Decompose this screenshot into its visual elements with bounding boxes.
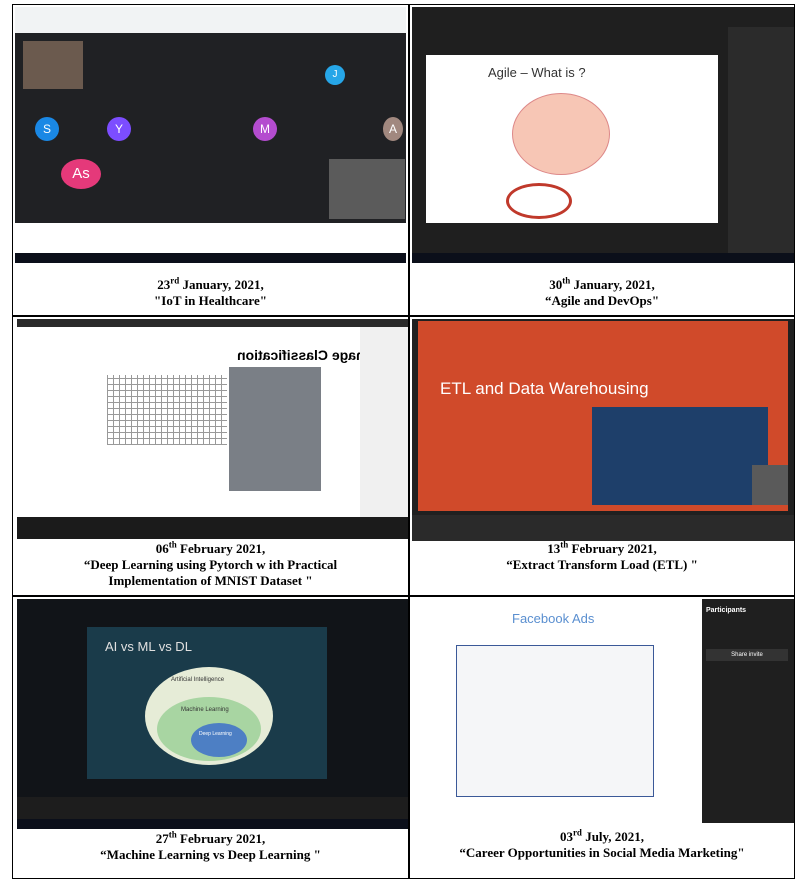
- slide-title: Agile – What is ?: [488, 65, 586, 80]
- devops-loop: [506, 183, 572, 219]
- ml-label: Machine Learning: [181, 707, 229, 713]
- dl-ellipse: [191, 723, 247, 757]
- agile-diagram: [512, 93, 610, 175]
- windows-taskbar: [412, 253, 794, 263]
- screenshot-mirrored-slide: Image Classification: [17, 319, 408, 539]
- slide-fb: Facebook Ads: [416, 603, 700, 813]
- top-bar: [17, 319, 408, 327]
- avatar: J: [325, 65, 345, 85]
- avatar: As: [61, 159, 101, 189]
- participant-video: [752, 465, 788, 505]
- participants-heading: Participants: [706, 607, 747, 614]
- participants-panel: Participants Share invite: [702, 599, 794, 823]
- avatar: S: [35, 117, 59, 141]
- screenshot-google-meet: S Y M A J As: [15, 7, 406, 263]
- participants-panel: [728, 27, 794, 253]
- share-invite-button[interactable]: Share invite: [706, 649, 788, 661]
- etl-illustration: [592, 407, 768, 505]
- participant-strip: [412, 515, 794, 541]
- caption-3: 06th February 2021, “Deep Learning using…: [83, 539, 338, 588]
- cell-etl: ETL and Data Warehousing 13th February 2…: [409, 316, 795, 596]
- fb-ad-mockup: [456, 645, 654, 797]
- windows-taskbar: [17, 819, 408, 829]
- slide-title: Facebook Ads: [512, 611, 595, 626]
- screenshot-etl: ETL and Data Warehousing: [412, 319, 794, 541]
- slide-etl: ETL and Data Warehousing: [418, 321, 788, 511]
- participant-strip: [17, 797, 408, 819]
- cell-ml-vs-dl: AI vs ML vs DL Artificial Intelligence M…: [12, 596, 409, 879]
- side-panel: [360, 327, 408, 517]
- meet-controls: [15, 223, 406, 253]
- caption-5: 27th February 2021, “Machine Learning vs…: [100, 829, 321, 862]
- cell-social-media: Facebook Ads Participants Share invite 0…: [409, 596, 795, 879]
- windows-taskbar: [15, 253, 406, 263]
- avatar: M: [253, 117, 277, 141]
- slide-title: AI vs ML vs DL: [105, 639, 192, 654]
- dl-label: Deep Learning: [199, 731, 232, 737]
- cell-deep-learning: Image Classification 06th February 2021,…: [12, 316, 409, 596]
- dock-bar: [17, 517, 408, 539]
- screenshot-teams-agile: Agile – What is ?: [412, 7, 794, 263]
- avatar: Y: [107, 117, 131, 141]
- caption-6: 03rd July, 2021, “Career Opportunities i…: [459, 827, 745, 860]
- caption-2: 30th January, 2021, “Agile and DevOps": [544, 275, 660, 308]
- screenshot-teams-ai: AI vs ML vs DL Artificial Intelligence M…: [17, 599, 408, 829]
- caption-4: 13th February 2021, “Extract Transform L…: [506, 539, 698, 572]
- cat-photo: [229, 367, 321, 491]
- slide-agile: Agile – What is ?: [426, 55, 718, 223]
- presenter-video: [23, 41, 83, 89]
- slide-title: ETL and Data Warehousing: [440, 379, 649, 398]
- slide-title-mirrored: Image Classification: [237, 347, 373, 363]
- avatar: A: [383, 117, 403, 141]
- screenshot-facebook-ads: Facebook Ads Participants Share invite: [412, 599, 794, 823]
- neural-grid: [107, 375, 227, 445]
- cell-agile-devops: Agile – What is ? 30th January, 2021, “A…: [409, 4, 795, 316]
- participant-video: [329, 159, 405, 219]
- cell-iot-healthcare: S Y M A J As 23rd January, 2021, "IoT in…: [12, 4, 409, 316]
- slide-ai: AI vs ML vs DL Artificial Intelligence M…: [87, 627, 327, 779]
- caption-1: 23rd January, 2021, "IoT in Healthcare": [154, 275, 267, 308]
- browser-bar: [15, 7, 406, 33]
- ai-label: Artificial Intelligence: [171, 677, 225, 683]
